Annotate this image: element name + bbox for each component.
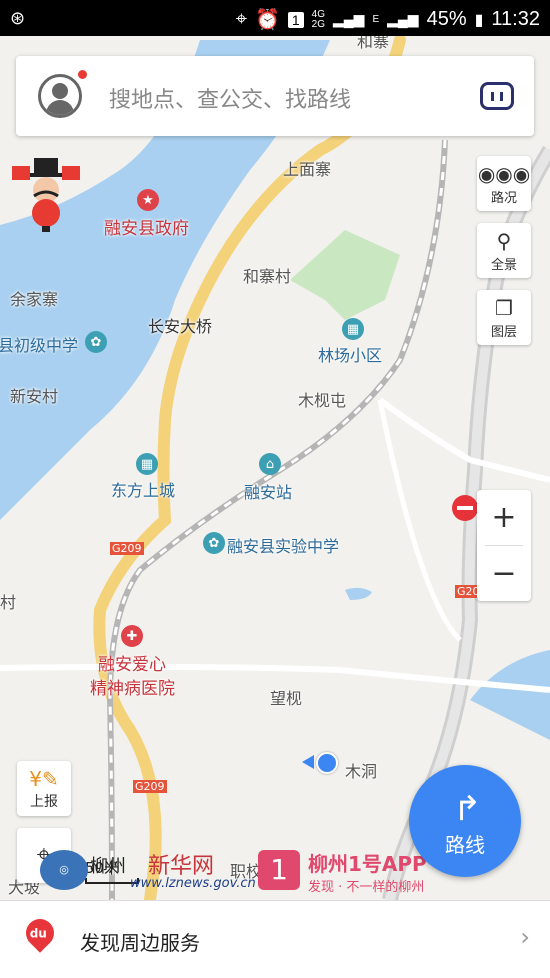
alarm-icon: ⏰ [254, 9, 280, 31]
watermark-city: 柳州 [90, 856, 126, 877]
sim-slot-badge: 1 [287, 11, 304, 28]
layers-icon: ❐ [495, 296, 513, 320]
zoom-out-button[interactable]: − [477, 546, 531, 601]
route-label: 路线 [445, 833, 485, 857]
route-button[interactable]: ↱ 路线 [409, 765, 521, 877]
building-poi-icon[interactable]: ▦ [136, 453, 158, 475]
map-label-junior-school[interactable]: 县初级中学 [0, 332, 78, 356]
chevron-right-icon: › [520, 923, 530, 951]
map-label-station[interactable]: 融安站 [244, 479, 292, 503]
map-label-mudong: 木洞 [345, 762, 378, 781]
map-label-linchang[interactable]: 林场小区 [318, 342, 382, 366]
mascot-icon[interactable] [12, 158, 80, 234]
map-label-mutuntun: 木枧屯 [298, 391, 347, 410]
road-shield-g209-2: G209 [133, 780, 167, 793]
map-label-village-cut: 村 [0, 593, 17, 612]
lake [470, 650, 550, 740]
panorama-label: 全景 [490, 258, 517, 273]
layers-button[interactable]: ❐ 图层 [477, 290, 531, 345]
pond [345, 587, 372, 600]
report-label: 上报 [30, 794, 58, 810]
map-label-experiment-school[interactable]: 融安县实验中学 [227, 533, 339, 557]
road-2 [378, 397, 550, 483]
hospital-poi-icon[interactable]: ✚ [121, 625, 143, 647]
map-label-shangmianzhai: 上面寨 [283, 160, 332, 179]
city-logo-icon: ◎ [40, 850, 88, 890]
no-entry-icon[interactable] [452, 495, 478, 521]
map-label-hezhai: 和寨 [357, 36, 390, 51]
location-icon: ⌖ [235, 8, 247, 30]
traffic-label: 路况 [490, 191, 517, 206]
government-poi-icon[interactable]: ★ [137, 189, 159, 211]
notification-dot [78, 70, 87, 79]
school-poi-icon-2[interactable]: ✿ [203, 532, 225, 554]
signal-icon-1: ▂▄▆ [333, 11, 365, 27]
voice-assistant-icon[interactable] [480, 82, 514, 110]
watermark-url: www.lznews.gov.cn [130, 876, 256, 891]
status-icons: ⌖ ⏰ 1 4G 2G ▂▄▆ E ▂▄▆ 45% ▮ 11:32 [236, 7, 540, 32]
road-3 [377, 399, 462, 642]
traffic-button[interactable]: ◉◉◉ 路况 [477, 156, 531, 211]
traffic-icon: ◉◉◉ [477, 162, 531, 186]
map-label-dongfang[interactable]: 东方上城 [111, 477, 175, 501]
app-notification-icon: ⊛ [10, 8, 26, 28]
discover-nearby-label: 发现周边服务 [80, 931, 200, 955]
app-logo-icon: 1 [258, 850, 300, 890]
map-label-yujiazhai: 余家寨 [10, 290, 59, 309]
route-arrow-icon: ↱ [453, 789, 482, 829]
search-input[interactable]: 搜地点、查公交、找路线 [109, 82, 351, 114]
avatar[interactable] [38, 74, 82, 118]
road-shield-g209: G209 [110, 542, 144, 555]
map-label-changan-bridge: 长安大桥 [148, 317, 213, 336]
status-bar: ⊛ ⌖ ⏰ 1 4G 2G ▂▄▆ E ▂▄▆ 45% ▮ 11:32 [0, 0, 550, 36]
map-label-hospital-2[interactable]: 精神病医院 [90, 674, 175, 699]
map-label-hospital-1[interactable]: 融安爱心 [98, 650, 166, 675]
train-station-poi-icon[interactable]: ⌂ [259, 453, 281, 475]
map-label-hezhai-village: 和寨村 [243, 267, 292, 286]
school-poi-icon[interactable]: ✿ [85, 331, 107, 353]
zoom-control[interactable]: + − [477, 490, 531, 601]
map-pin-icon: ⚲ [496, 229, 512, 253]
park-area [290, 230, 400, 320]
battery-percent: 45% [426, 8, 467, 30]
network-4g-indicator: 4G 2G [311, 8, 325, 30]
layers-label: 图层 [490, 325, 517, 340]
heading-arrow-icon [302, 755, 314, 769]
current-location-icon [316, 752, 338, 774]
clock: 11:32 [491, 8, 540, 30]
baidu-pin-icon: du [20, 913, 60, 953]
signal-icon-2: ▂▄▆ [387, 11, 419, 27]
map-label-county-gov[interactable]: 融安县政府 [104, 214, 189, 239]
network-e-indicator: E [372, 13, 380, 25]
battery-icon: ▮ [474, 11, 484, 29]
map-label-wangjian: 望枧 [270, 689, 303, 708]
report-icon: ¥✎ [29, 767, 59, 791]
map-label-xinan: 新安村 [10, 387, 59, 406]
search-bar[interactable]: 搜地点、查公交、找路线 [16, 56, 534, 136]
panorama-button[interactable]: ⚲ 全景 [477, 223, 531, 278]
report-button[interactable]: ¥✎ 上报 [17, 761, 71, 816]
watermark-app-slogan: 发现 · 不一样的柳州 [308, 880, 425, 895]
zoom-in-button[interactable]: + [477, 490, 531, 545]
discover-nearby-bar[interactable]: du 发现周边服务 › [0, 900, 550, 978]
residential-poi-icon[interactable]: ▦ [342, 318, 364, 340]
